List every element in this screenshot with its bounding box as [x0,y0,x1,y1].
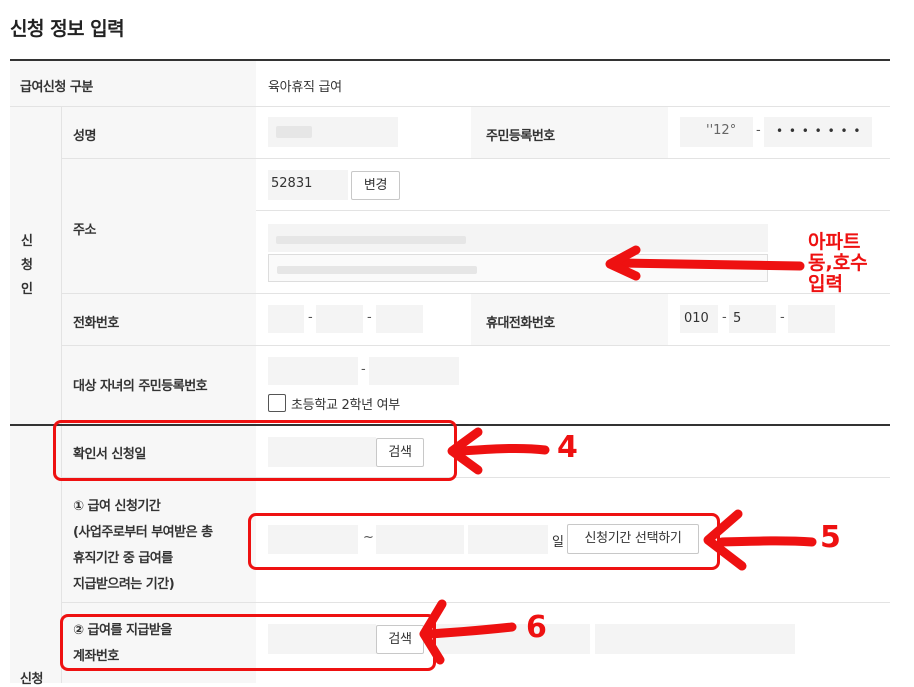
step4-number: 4 [557,430,578,465]
address-note: 아파트 동,호수 입력 [808,231,868,295]
arrow-step6 [425,622,517,639]
step5-number: 5 [820,520,841,555]
arrow-address [615,258,805,271]
step6-number: 6 [526,610,547,645]
arrow-step5 [717,536,817,547]
annotation-arrows [419,245,817,665]
arrow-step4 [457,443,550,456]
